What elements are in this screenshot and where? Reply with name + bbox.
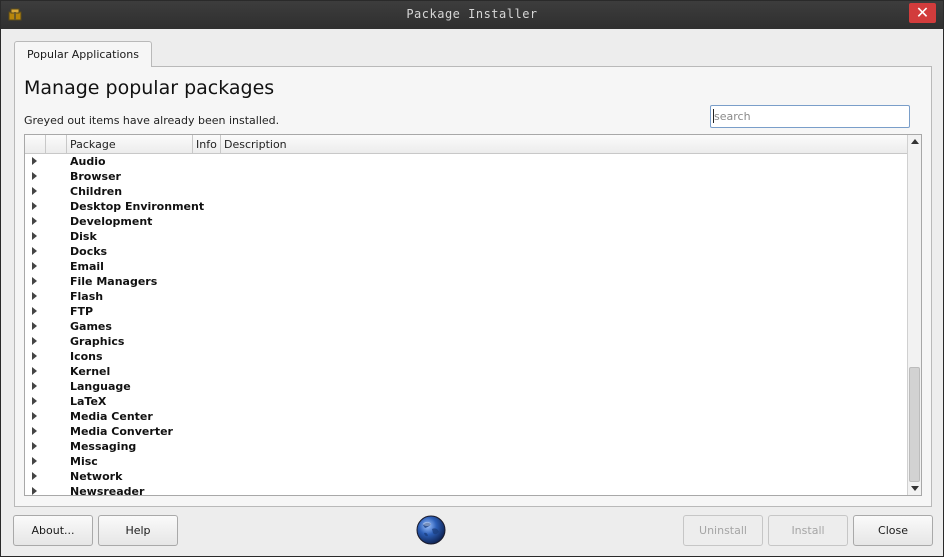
tree-row[interactable]: Language [25, 379, 907, 394]
expander-icon[interactable] [32, 292, 37, 300]
tree-row[interactable]: File Managers [25, 274, 907, 289]
expander-icon[interactable] [32, 352, 37, 360]
category-label: Audio [70, 155, 106, 168]
package-installer-window: Package Installer ✕ Popular Applications… [0, 0, 944, 557]
category-label: Messaging [70, 440, 137, 453]
category-label: Email [70, 260, 104, 273]
tree-row[interactable]: Network [25, 469, 907, 484]
tree-row[interactable]: Desktop Environment [25, 199, 907, 214]
window-close-button[interactable]: ✕ [909, 3, 936, 23]
tree-rows: Audio Browser Children Desktop Environme… [25, 154, 907, 496]
expander-icon[interactable] [32, 397, 37, 405]
uninstall-button[interactable]: Uninstall [683, 515, 763, 546]
expander-icon[interactable] [32, 262, 37, 270]
category-label: File Managers [70, 275, 158, 288]
expander-icon[interactable] [32, 367, 37, 375]
category-label: Desktop Environment [70, 200, 205, 213]
expander-icon[interactable] [32, 157, 37, 165]
expander-icon[interactable] [32, 307, 37, 315]
tree-row[interactable]: Misc [25, 454, 907, 469]
category-label: Media Center [70, 410, 153, 423]
tab-popular-applications[interactable]: Popular Applications [14, 41, 152, 67]
globe-icon [416, 515, 446, 545]
installed-note: Greyed out items have already been insta… [24, 114, 280, 127]
column-header-info[interactable]: Info [193, 135, 221, 154]
package-tree[interactable]: Package Info Description Audio Browser C… [24, 134, 922, 496]
about-button[interactable]: About... [13, 515, 93, 546]
expander-icon[interactable] [32, 442, 37, 450]
category-label: Games [70, 320, 112, 333]
tree-row[interactable]: Docks [25, 244, 907, 259]
help-button[interactable]: Help [98, 515, 178, 546]
tree-row[interactable]: Newsreader [25, 484, 907, 496]
category-label: FTP [70, 305, 94, 318]
category-label: LaTeX [70, 395, 107, 408]
tree-row[interactable]: LaTeX [25, 394, 907, 409]
tree-row[interactable]: Children [25, 184, 907, 199]
category-label: Disk [70, 230, 97, 243]
close-button[interactable]: Close [853, 515, 933, 546]
page-title: Manage popular packages [24, 77, 275, 99]
tree-row[interactable]: Messaging [25, 439, 907, 454]
expander-icon[interactable] [32, 337, 37, 345]
tree-row[interactable]: Games [25, 319, 907, 334]
scroll-down-arrow-icon[interactable] [911, 486, 919, 491]
expander-icon[interactable] [32, 232, 37, 240]
expander-icon[interactable] [32, 457, 37, 465]
expander-icon[interactable] [32, 187, 37, 195]
close-icon: ✕ [915, 3, 930, 22]
category-label: Network [70, 470, 123, 483]
expander-icon[interactable] [32, 427, 37, 435]
expander-icon[interactable] [32, 322, 37, 330]
tree-header: Package Info Description [25, 135, 907, 154]
tree-row[interactable]: Media Center [25, 409, 907, 424]
expander-icon[interactable] [32, 277, 37, 285]
expander-icon[interactable] [32, 202, 37, 210]
expander-icon[interactable] [32, 487, 37, 495]
tree-row[interactable]: Disk [25, 229, 907, 244]
category-label: Misc [70, 455, 98, 468]
window-title: Package Installer [406, 7, 538, 21]
tree-row[interactable]: FTP [25, 304, 907, 319]
tree-row[interactable]: Development [25, 214, 907, 229]
category-label: Newsreader [70, 485, 145, 496]
expander-icon[interactable] [32, 172, 37, 180]
text-cursor [713, 109, 714, 123]
tree-row[interactable]: Audio [25, 154, 907, 169]
category-label: Development [70, 215, 153, 228]
vertical-scrollbar[interactable] [907, 135, 921, 495]
category-label: Browser [70, 170, 121, 183]
expander-icon[interactable] [32, 217, 37, 225]
scroll-thumb[interactable] [909, 367, 920, 482]
column-header-description[interactable]: Description [221, 135, 907, 154]
category-label: Language [70, 380, 131, 393]
category-label: Flash [70, 290, 104, 303]
column-header-package[interactable]: Package [67, 135, 193, 154]
expander-icon[interactable] [32, 382, 37, 390]
tree-row[interactable]: Media Converter [25, 424, 907, 439]
tree-row[interactable]: Graphics [25, 334, 907, 349]
category-label: Kernel [70, 365, 111, 378]
scroll-up-arrow-icon[interactable] [911, 139, 919, 144]
install-button[interactable]: Install [768, 515, 848, 546]
category-label: Icons [70, 350, 103, 363]
expander-icon[interactable] [32, 247, 37, 255]
tree-row[interactable]: Kernel [25, 364, 907, 379]
category-label: Children [70, 185, 123, 198]
tree-row[interactable]: Email [25, 259, 907, 274]
category-label: Graphics [70, 335, 125, 348]
tree-row[interactable]: Browser [25, 169, 907, 184]
expander-icon[interactable] [32, 472, 37, 480]
title-bar[interactable]: Package Installer ✕ [1, 1, 943, 29]
category-label: Media Converter [70, 425, 173, 438]
search-input[interactable] [710, 105, 910, 128]
tree-row[interactable]: Flash [25, 289, 907, 304]
expander-icon[interactable] [32, 412, 37, 420]
column-header-check[interactable] [25, 135, 46, 154]
column-header-icon[interactable] [46, 135, 67, 154]
tree-row[interactable]: Icons [25, 349, 907, 364]
category-label: Docks [70, 245, 108, 258]
